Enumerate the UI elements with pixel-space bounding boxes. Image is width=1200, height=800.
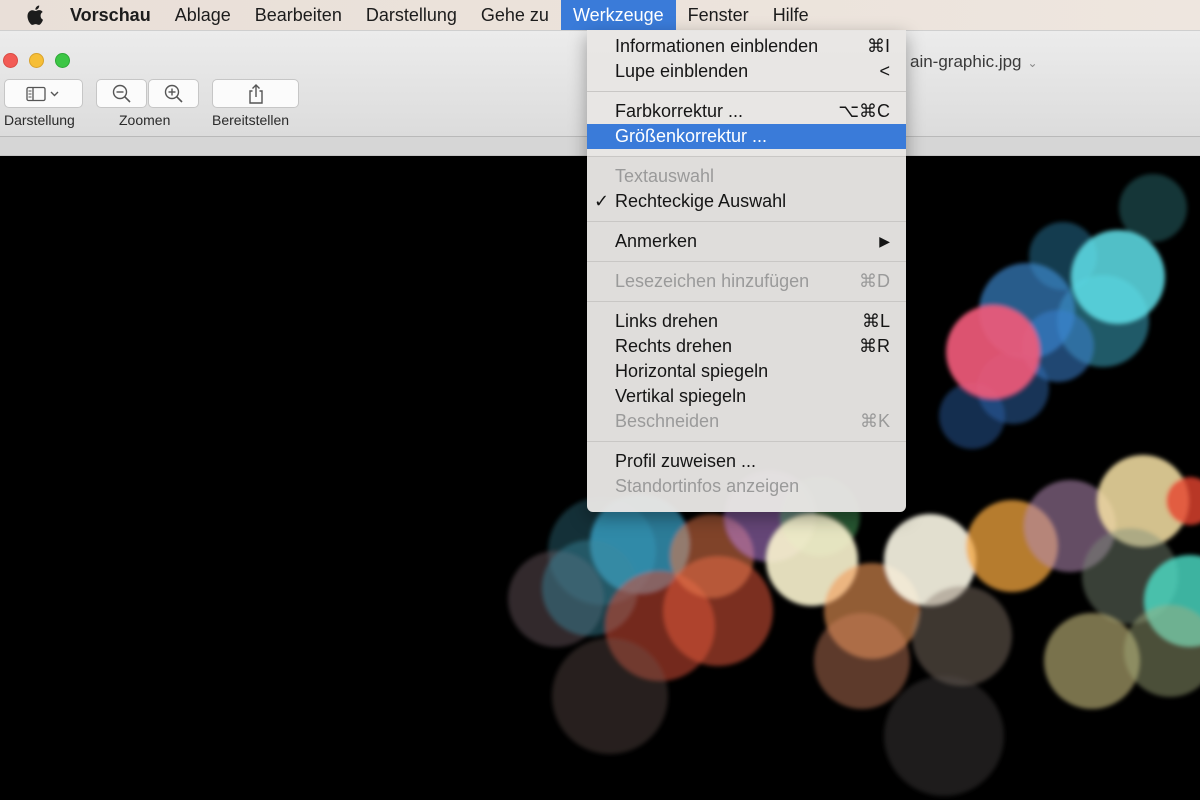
- submenu-arrow-icon: ▶: [879, 233, 890, 249]
- close-window-button[interactable]: [3, 53, 18, 68]
- menu-item-add-bookmark: Lesezeichen hinzufügen ⌘D: [587, 269, 906, 294]
- menu-item-crop-shortcut: ⌘K: [859, 411, 890, 431]
- menu-item-rotate-left-label: Links drehen: [615, 311, 719, 331]
- share-icon: [248, 83, 263, 104]
- menu-bar: Vorschau Ablage Bearbeiten Darstellung G…: [0, 0, 1200, 30]
- window-title-text: ain-graphic.jpg: [910, 52, 1022, 71]
- menu-item-bookmark-shortcut: ⌘D: [859, 271, 890, 291]
- menu-separator: [587, 301, 906, 302]
- menu-item-annotate-label: Anmerken: [615, 231, 698, 251]
- menu-item-rotate-left[interactable]: Links drehen ⌘L: [587, 309, 906, 334]
- menu-item-profile-label: Profil zuweisen ...: [615, 451, 757, 471]
- menu-item-crop: Beschneiden ⌘K: [587, 409, 906, 434]
- menu-separator: [587, 221, 906, 222]
- menu-item-annotate[interactable]: Anmerken ▶: [587, 229, 906, 254]
- menu-item-rotate-right-label: Rechts drehen: [615, 336, 733, 356]
- menu-separator: [587, 91, 906, 92]
- zoom-in-icon: [164, 84, 183, 103]
- menu-vorschau[interactable]: Vorschau: [70, 0, 163, 30]
- share-button[interactable]: [212, 79, 299, 108]
- menu-item-loupe[interactable]: Lupe einblenden <: [587, 59, 906, 84]
- share-button-label: Bereitstellen: [212, 112, 290, 128]
- menu-item-assign-profile[interactable]: Profil zuweisen ...: [587, 449, 906, 474]
- menu-item-info[interactable]: Informationen einblenden ⌘I: [587, 34, 906, 59]
- menu-separator: [587, 156, 906, 157]
- menu-hilfe[interactable]: Hilfe: [761, 0, 821, 30]
- werkzeuge-menu: Informationen einblenden ⌘I Lupe einblen…: [587, 30, 906, 512]
- zoom-label: Zoomen: [119, 112, 171, 128]
- zoom-in-button[interactable]: [148, 79, 199, 108]
- menu-item-size-correction[interactable]: Größenkorrektur ...: [587, 124, 906, 149]
- menu-separator: [587, 441, 906, 442]
- menu-item-rectangular-selection[interactable]: ✓ Rechteckige Auswahl: [587, 189, 906, 214]
- menu-item-rect-label: Rechteckige Auswahl: [615, 191, 787, 211]
- menu-item-rotate-right-shortcut: ⌘R: [859, 336, 890, 356]
- menu-item-flip-h-label: Horizontal spiegeln: [615, 361, 769, 381]
- menu-item-flip-v-label: Vertikal spiegeln: [615, 386, 747, 406]
- menu-item-size-label: Größenkorrektur ...: [615, 126, 768, 146]
- menu-item-color-shortcut: ⌥⌘C: [838, 101, 890, 121]
- apple-logo-icon[interactable]: [26, 4, 48, 26]
- chevron-down-icon: ⌄: [1027, 56, 1038, 70]
- menu-item-flip-horizontal[interactable]: Horizontal spiegeln: [587, 359, 906, 384]
- zoom-window-button[interactable]: [55, 53, 70, 68]
- menu-werkzeuge[interactable]: Werkzeuge: [560, 0, 676, 30]
- menu-item-show-location: Standortinfos anzeigen: [587, 474, 906, 499]
- minimize-window-button[interactable]: [29, 53, 44, 68]
- menu-fenster[interactable]: Fenster: [676, 0, 761, 30]
- sidebar-icon: [25, 86, 58, 101]
- window-title[interactable]: ain-graphic.jpg ⌄: [910, 52, 1038, 72]
- menu-item-color-label: Farbkorrektur ...: [615, 101, 744, 121]
- menu-item-text-selection-label: Textauswahl: [615, 166, 715, 186]
- menu-darstellung[interactable]: Darstellung: [354, 0, 469, 30]
- menu-separator: [587, 261, 906, 262]
- menu-item-rotate-left-shortcut: ⌘L: [861, 311, 890, 331]
- view-button-label: Darstellung: [4, 112, 75, 128]
- zoom-out-icon: [112, 84, 131, 103]
- view-button[interactable]: [4, 79, 83, 108]
- zoom-out-button[interactable]: [96, 79, 147, 108]
- menu-ablage[interactable]: Ablage: [163, 0, 243, 30]
- menu-item-info-shortcut: ⌘I: [866, 36, 890, 56]
- checkmark-icon: ✓: [594, 191, 610, 211]
- menu-item-location-label: Standortinfos anzeigen: [615, 476, 800, 496]
- menu-gehe-zu[interactable]: Gehe zu: [469, 0, 561, 30]
- menu-item-text-selection: Textauswahl: [587, 164, 906, 189]
- menu-item-crop-label: Beschneiden: [615, 411, 720, 431]
- menu-item-bookmark-label: Lesezeichen hinzufügen: [615, 271, 810, 291]
- menu-item-color-correction[interactable]: Farbkorrektur ... ⌥⌘C: [587, 99, 906, 124]
- menu-item-loupe-label: Lupe einblenden: [615, 61, 749, 81]
- menu-item-flip-vertical[interactable]: Vertikal spiegeln: [587, 384, 906, 409]
- menu-item-loupe-shortcut: <: [879, 61, 890, 81]
- menu-bearbeiten[interactable]: Bearbeiten: [243, 0, 354, 30]
- menu-item-rotate-right[interactable]: Rechts drehen ⌘R: [587, 334, 906, 359]
- menu-item-info-label: Informationen einblenden: [615, 36, 819, 56]
